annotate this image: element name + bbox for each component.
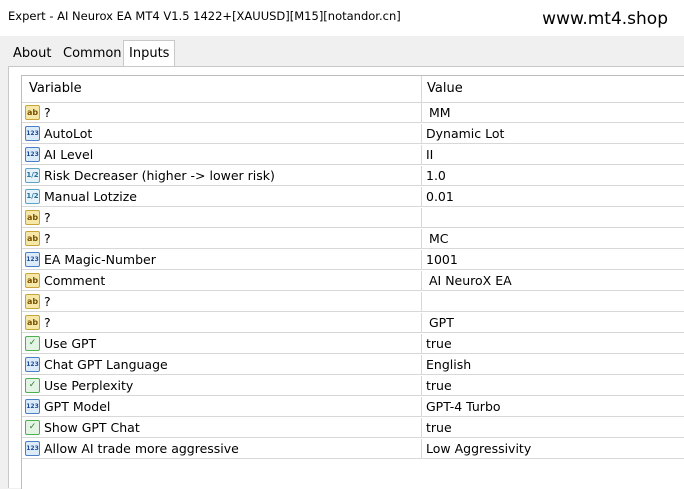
variable-value[interactable]: 1001 xyxy=(426,250,458,270)
tab-inputs[interactable]: Inputs xyxy=(123,40,176,67)
cell-divider xyxy=(421,334,422,354)
table-row[interactable]: ab? MM xyxy=(22,103,684,123)
column-divider[interactable] xyxy=(421,76,422,102)
variable-name: Chat GPT Language xyxy=(44,357,168,372)
column-header-variable[interactable]: Variable xyxy=(29,76,82,102)
table-row[interactable]: ✓ Use Perplexity true xyxy=(22,376,684,396)
variable-name: ? xyxy=(44,105,51,120)
string-type-icon: ab xyxy=(25,315,40,330)
table-row[interactable]: ab? GPT xyxy=(22,313,684,333)
watermark-text: www.mt4.shop xyxy=(542,9,668,29)
variable-name: GPT Model xyxy=(44,399,111,414)
cell-divider xyxy=(421,187,422,207)
variable-name: ? xyxy=(44,315,51,330)
variable-value[interactable]: 0.01 xyxy=(426,187,454,207)
table-row[interactable]: 123 AI Level II xyxy=(22,145,684,165)
string-type-icon: ab xyxy=(25,210,40,225)
variable-value[interactable]: English xyxy=(426,355,471,375)
double-type-icon: 1/2 xyxy=(25,168,40,183)
cell-divider xyxy=(421,124,422,144)
variable-name: Show GPT Chat xyxy=(44,420,140,435)
cell-divider xyxy=(421,397,422,417)
window-title: Expert - AI Neurox EA MT4 V1.5 1422+[XAU… xyxy=(8,9,401,23)
variable-name: Use Perplexity xyxy=(44,378,134,393)
integer-type-icon: 123 xyxy=(25,399,40,414)
cell-divider xyxy=(421,271,422,291)
variable-value[interactable]: 1.0 xyxy=(426,166,446,186)
cell-divider xyxy=(421,355,422,375)
tab-about[interactable]: About xyxy=(8,43,56,65)
cell-divider xyxy=(421,145,422,165)
variable-value[interactable]: Dynamic Lot xyxy=(426,124,504,144)
table-row[interactable]: 123 Allow AI trade more aggressive Low Agg… xyxy=(22,439,684,459)
string-type-icon: ab xyxy=(25,105,40,120)
cell-divider xyxy=(421,229,422,249)
string-type-icon: ab xyxy=(25,294,40,309)
string-type-icon: ab xyxy=(25,231,40,246)
variable-name: AI Level xyxy=(44,147,94,162)
cell-divider xyxy=(421,166,422,186)
cell-divider xyxy=(421,250,422,270)
string-type-icon: ab xyxy=(25,273,40,288)
variable-value[interactable]: MC xyxy=(429,229,449,249)
table-row[interactable]: 123 EA Magic-Number 1001 xyxy=(22,250,684,270)
variable-name: Use GPT xyxy=(44,336,97,351)
table-row[interactable]: 123 GPT Model GPT-4 Turbo xyxy=(22,397,684,417)
variable-value[interactable]: true xyxy=(426,376,452,396)
bool-type-icon: ✓ xyxy=(25,336,40,351)
variable-value[interactable]: MM xyxy=(429,103,451,123)
tab-bar: About Common Inputs xyxy=(8,40,684,67)
table-row[interactable]: ✓ Show GPT Chat true xyxy=(22,418,684,438)
double-type-icon: 1/2 xyxy=(25,189,40,204)
variable-name: Comment xyxy=(44,273,106,288)
inputs-panel: Variable Value ab? MM 123 AutoLot Dynamic Lo… xyxy=(8,66,684,489)
variable-value[interactable]: Low Aggressivity xyxy=(426,439,531,459)
tab-common[interactable]: Common xyxy=(58,43,127,65)
variable-value[interactable]: AI NeuroX EA xyxy=(429,271,512,291)
table-row[interactable]: ab? xyxy=(22,292,684,312)
table-row[interactable]: ab? MC xyxy=(22,229,684,249)
variable-value[interactable]: true xyxy=(426,334,452,354)
cell-divider xyxy=(421,313,422,333)
cell-divider xyxy=(421,376,422,396)
variable-name: Risk Decreaser (higher -> lower risk) xyxy=(44,168,275,183)
variable-value[interactable]: II xyxy=(426,145,433,165)
integer-type-icon: 123 xyxy=(25,126,40,141)
variable-name: ? xyxy=(44,210,51,225)
integer-type-icon: 123 xyxy=(25,252,40,267)
variable-name: ? xyxy=(44,231,51,246)
variable-value[interactable]: GPT xyxy=(429,313,454,333)
bool-type-icon: ✓ xyxy=(25,420,40,435)
variable-name: Allow AI trade more aggressive xyxy=(44,441,239,456)
column-header-value[interactable]: Value xyxy=(427,76,463,102)
window-titlebar: Expert - AI Neurox EA MT4 V1.5 1422+[XAU… xyxy=(0,0,684,36)
bool-type-icon: ✓ xyxy=(25,378,40,393)
variable-name: EA Magic-Number xyxy=(44,252,156,267)
table-row[interactable]: 1/2 Risk Decreaser (higher -> lower risk)… xyxy=(22,166,684,186)
cell-divider xyxy=(421,208,422,228)
variable-value[interactable]: true xyxy=(426,418,452,438)
table-header: Variable Value xyxy=(22,76,684,103)
table-row[interactable]: 123 Chat GPT Language English xyxy=(22,355,684,375)
variable-name: ? xyxy=(44,294,51,309)
table-row[interactable]: 123 AutoLot Dynamic Lot xyxy=(22,124,684,144)
table-row[interactable]: ✓ Use GPT true xyxy=(22,334,684,354)
cell-divider xyxy=(421,292,422,312)
table-row[interactable]: 1/2 Manual Lotzize 0.01 xyxy=(22,187,684,207)
table-row[interactable]: ab? xyxy=(22,208,684,228)
integer-type-icon: 123 xyxy=(25,441,40,456)
cell-divider xyxy=(421,103,422,123)
variable-name: Manual Lotzize xyxy=(44,189,137,204)
cell-divider xyxy=(421,439,422,459)
variable-value[interactable]: GPT-4 Turbo xyxy=(426,397,501,417)
table-row[interactable]: ab Comment AI NeuroX EA xyxy=(22,271,684,291)
integer-type-icon: 123 xyxy=(25,147,40,162)
cell-divider xyxy=(421,418,422,438)
inputs-table: Variable Value ab? MM 123 AutoLot Dynamic Lo… xyxy=(21,75,684,489)
variable-name: AutoLot xyxy=(44,126,93,141)
integer-type-icon: 123 xyxy=(25,357,40,372)
